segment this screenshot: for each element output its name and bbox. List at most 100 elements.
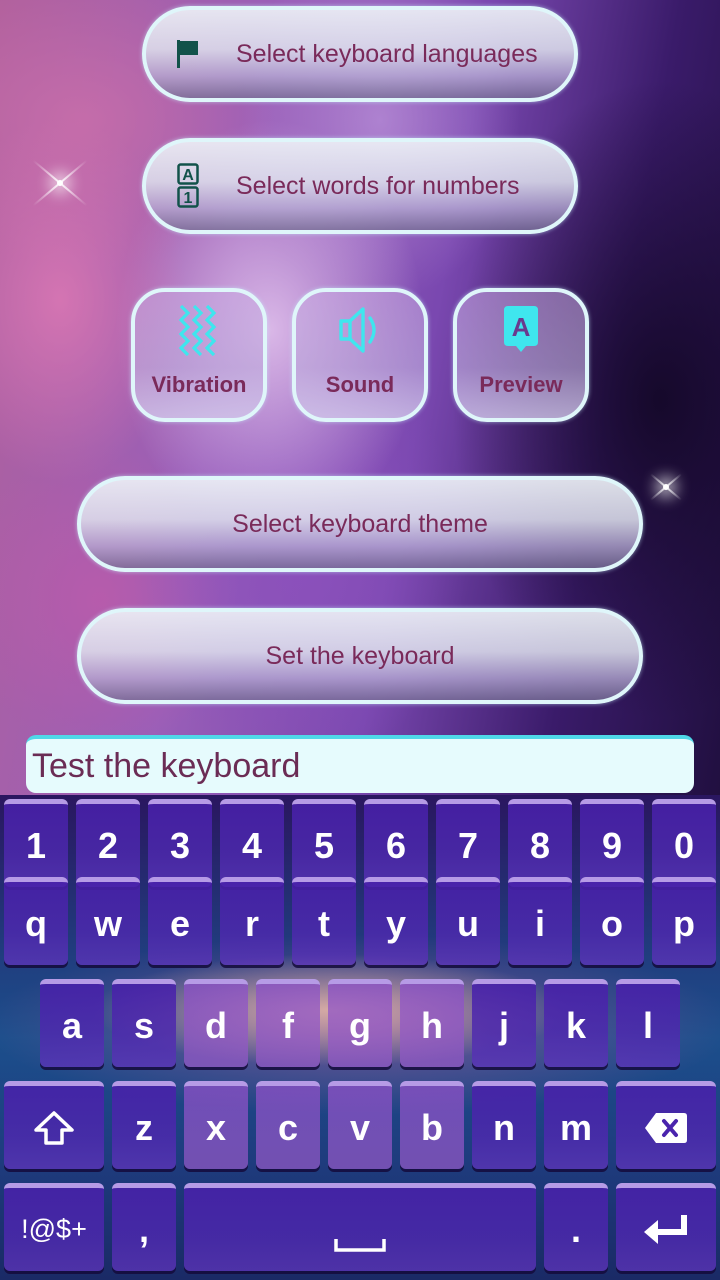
key-label: w [93, 902, 122, 944]
key-u[interactable]: u [436, 877, 500, 965]
key-label: k [565, 1004, 587, 1046]
key-label: j [498, 1004, 509, 1046]
key-label: 4 [241, 824, 263, 866]
backspace-key[interactable] [616, 1081, 716, 1169]
key-m[interactable]: m [544, 1081, 608, 1169]
key-label: 7 [457, 824, 479, 866]
speaker-icon [338, 304, 382, 356]
key-label: 9 [601, 824, 623, 866]
vibration-label: Vibration [151, 372, 247, 397]
key-label: f [282, 1004, 294, 1046]
sound-toggle[interactable]: Sound [292, 288, 428, 422]
key-label: s [133, 1004, 155, 1046]
sound-label: Sound [325, 372, 395, 397]
key-d[interactable]: d [184, 979, 248, 1067]
backspace-icon [644, 1111, 688, 1145]
key-p[interactable]: p [652, 877, 716, 965]
key-label: a [61, 1004, 83, 1046]
vibration-toggle[interactable]: Vibration [131, 288, 267, 422]
test-keyboard-input[interactable]: Test the keyboard [26, 735, 694, 793]
test-keyboard-text: Test the keyboard [32, 746, 301, 785]
key-l[interactable]: l [616, 979, 680, 1067]
key-g[interactable]: g [328, 979, 392, 1067]
svg-text:A: A [182, 167, 194, 184]
key-3[interactable]: 3 [148, 799, 212, 887]
key-label: q [25, 902, 47, 944]
key-h[interactable]: h [400, 979, 464, 1067]
key-o[interactable]: o [580, 877, 644, 965]
key-z[interactable]: z [112, 1081, 176, 1169]
key-label: 8 [529, 824, 551, 866]
flag-icon [168, 39, 208, 69]
period-key-label: . [570, 1208, 581, 1250]
key-0[interactable]: 0 [652, 799, 716, 887]
key-x[interactable]: x [184, 1081, 248, 1169]
key-8[interactable]: 8 [508, 799, 572, 887]
key-y[interactable]: y [364, 877, 428, 965]
key-b[interactable]: b [400, 1081, 464, 1169]
set-keyboard-button[interactable]: Set the keyboard [77, 608, 643, 704]
select-languages-label: Select keyboard languages [236, 39, 538, 68]
period-key[interactable]: . [544, 1183, 608, 1271]
key-i[interactable]: i [508, 877, 572, 965]
key-label: h [421, 1004, 443, 1046]
key-k[interactable]: k [544, 979, 608, 1067]
key-label: 2 [97, 824, 119, 866]
shift-key[interactable] [4, 1081, 104, 1169]
key-label: b [421, 1106, 443, 1148]
key-label: 3 [169, 824, 191, 866]
key-f[interactable]: f [256, 979, 320, 1067]
sparkle-star [663, 484, 669, 490]
preview-label: Preview [479, 372, 563, 397]
enter-key[interactable] [616, 1183, 716, 1271]
preview-toggle[interactable]: A Preview [453, 288, 589, 422]
key-label: d [205, 1004, 227, 1046]
key-5[interactable]: 5 [292, 799, 356, 887]
key-label: 6 [385, 824, 407, 866]
key-label: z [135, 1106, 153, 1148]
keyboard-row-qwerty: q wertyu i op [0, 877, 720, 969]
sparkle-star [57, 180, 63, 186]
key-6[interactable]: 6 [364, 799, 428, 887]
key-4[interactable]: 4 [220, 799, 284, 887]
key-c[interactable]: c [256, 1081, 320, 1169]
key-label: v [349, 1106, 371, 1148]
key-t[interactable]: t [292, 877, 356, 965]
key-1[interactable]: 1 [4, 799, 68, 887]
keyboard-row-function: !@$+ , . [0, 1183, 720, 1275]
key-label: i [534, 902, 545, 944]
enter-return-icon [642, 1212, 690, 1248]
key-a[interactable]: a [40, 979, 104, 1067]
key-label: c [277, 1106, 299, 1148]
select-theme-label: Select keyboard theme [232, 509, 488, 538]
key-9[interactable]: 9 [580, 799, 644, 887]
key-e[interactable]: e [148, 877, 212, 965]
select-number-words-button[interactable]: A 1 Select words for numbers [142, 138, 578, 234]
space-key[interactable] [184, 1183, 536, 1271]
key-label: 0 [673, 824, 695, 866]
key-r[interactable]: r [220, 877, 284, 965]
set-keyboard-label: Set the keyboard [265, 641, 455, 670]
key-label: t [318, 902, 330, 944]
symbols-key[interactable]: !@$+ [4, 1183, 104, 1271]
key-n[interactable]: n [472, 1081, 536, 1169]
key-label: o [601, 902, 623, 944]
select-number-words-label: Select words for numbers [236, 171, 520, 200]
key-label: l [642, 1004, 653, 1046]
key-7[interactable]: 7 [436, 799, 500, 887]
select-languages-button[interactable]: Select keyboard languages [142, 6, 578, 102]
comma-key-label: , [138, 1208, 149, 1250]
key-q[interactable]: q [4, 877, 68, 965]
shift-arrow-icon [32, 1110, 76, 1146]
key-label: 1 [25, 824, 47, 866]
key-label: u [457, 902, 479, 944]
key-j[interactable]: j [472, 979, 536, 1067]
comma-key[interactable]: , [112, 1183, 176, 1271]
key-w[interactable]: w [76, 877, 140, 965]
select-theme-button[interactable]: Select keyboard theme [77, 476, 643, 572]
key-s[interactable]: s [112, 979, 176, 1067]
key-v[interactable]: v [328, 1081, 392, 1169]
keyboard-row-home: a s d fgh j k l [0, 979, 720, 1071]
symbols-key-label: !@$+ [21, 1214, 87, 1244]
key-2[interactable]: 2 [76, 799, 140, 887]
